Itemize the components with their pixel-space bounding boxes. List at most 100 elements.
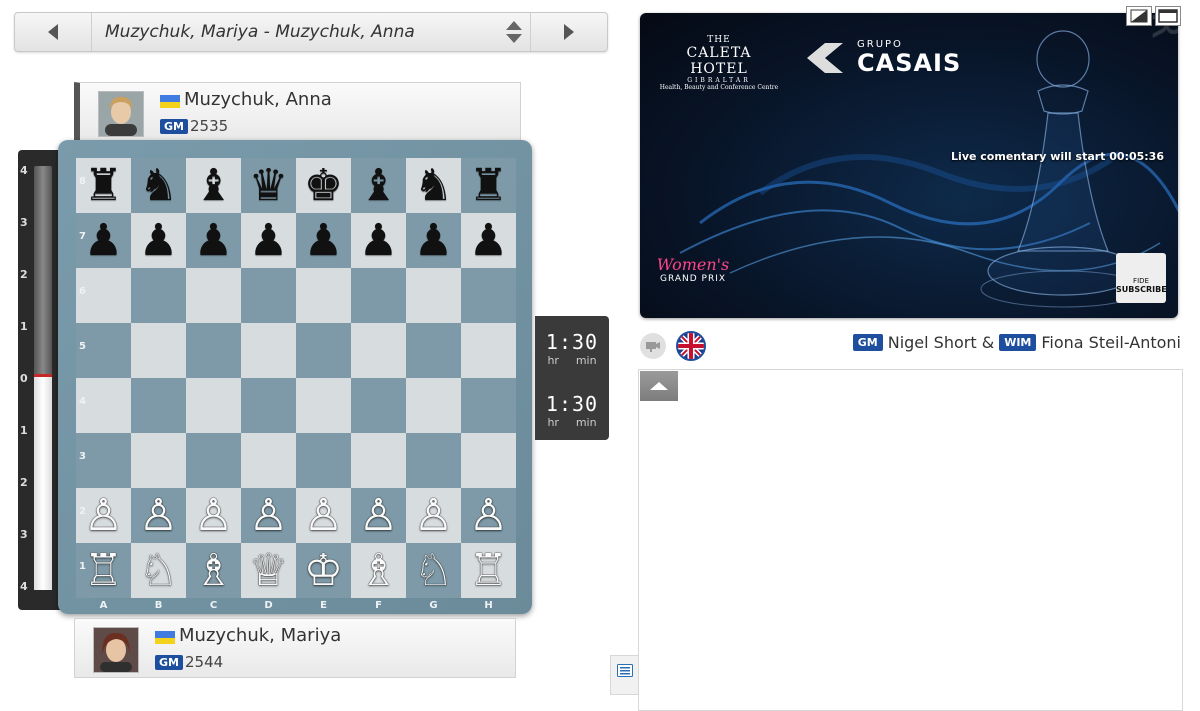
chess-piece[interactable]: ♜ xyxy=(84,163,123,208)
chess-piece[interactable]: ♜ xyxy=(469,163,508,208)
chess-piece[interactable]: ♙ xyxy=(359,493,398,538)
notation-toggle-button[interactable] xyxy=(610,655,638,695)
fide-subscribe-button[interactable]: FIDE SUBSCRIBE xyxy=(1116,253,1167,303)
chess-piece[interactable]: ♞ xyxy=(139,163,178,208)
board-square-a1[interactable]: ♖ 1 xyxy=(76,543,131,598)
board-square-c1[interactable]: ♗ xyxy=(186,543,241,598)
board-square-e7[interactable]: ♟ xyxy=(296,213,351,268)
chess-piece[interactable]: ♟ xyxy=(414,218,453,263)
board-square-c7[interactable]: ♟ xyxy=(186,213,241,268)
board-square-a2[interactable]: ♙ 2 xyxy=(76,488,131,543)
board-square-g4[interactable] xyxy=(406,378,461,433)
board-square-c5[interactable] xyxy=(186,323,241,378)
chess-piece[interactable]: ♛ xyxy=(249,163,288,208)
chess-piece[interactable]: ♟ xyxy=(249,218,288,263)
board-square-e6[interactable] xyxy=(296,268,351,323)
board-square-b4[interactable] xyxy=(131,378,186,433)
uk-flag-icon[interactable] xyxy=(676,331,706,361)
board-square-c8[interactable]: ♝ xyxy=(186,158,241,213)
board-square-g6[interactable] xyxy=(406,268,461,323)
board-square-h7[interactable]: ♟ xyxy=(461,213,516,268)
board-square-h1[interactable]: ♖ xyxy=(461,543,516,598)
chess-piece[interactable]: ♙ xyxy=(469,493,508,538)
board-square-f5[interactable] xyxy=(351,323,406,378)
game-select-dropdown[interactable]: Muzychuk, Mariya - Muzychuk, Anna xyxy=(92,13,530,51)
chess-piece[interactable]: ♔ xyxy=(304,548,343,593)
board-square-a3[interactable]: 3 xyxy=(76,433,131,488)
chess-piece[interactable]: ♘ xyxy=(139,548,178,593)
board-square-c3[interactable] xyxy=(186,433,241,488)
board-square-f1[interactable]: ♗ xyxy=(351,543,406,598)
board-square-a4[interactable]: 4 xyxy=(76,378,131,433)
previous-game-button[interactable] xyxy=(15,13,92,51)
board-square-h2[interactable]: ♙ xyxy=(461,488,516,543)
chess-piece[interactable]: ♖ xyxy=(469,548,508,593)
board-square-f4[interactable] xyxy=(351,378,406,433)
board-square-b3[interactable] xyxy=(131,433,186,488)
collapse-button[interactable] xyxy=(640,371,678,401)
board-square-d6[interactable] xyxy=(241,268,296,323)
board-square-f7[interactable]: ♟ xyxy=(351,213,406,268)
board-square-f2[interactable]: ♙ xyxy=(351,488,406,543)
chess-piece[interactable]: ♝ xyxy=(194,163,233,208)
board-square-e4[interactable] xyxy=(296,378,351,433)
chess-piece[interactable]: ♞ xyxy=(414,163,453,208)
board-square-g3[interactable] xyxy=(406,433,461,488)
chess-piece[interactable]: ♙ xyxy=(139,493,178,538)
board-square-g7[interactable]: ♟ xyxy=(406,213,461,268)
board-square-d8[interactable]: ♛ xyxy=(241,158,296,213)
board-square-h5[interactable] xyxy=(461,323,516,378)
chess-piece[interactable]: ♖ xyxy=(84,548,123,593)
chess-piece[interactable]: ♟ xyxy=(469,218,508,263)
chess-piece[interactable]: ♗ xyxy=(359,548,398,593)
board-square-d7[interactable]: ♟ xyxy=(241,213,296,268)
board-square-b5[interactable] xyxy=(131,323,186,378)
chess-piece[interactable]: ♟ xyxy=(84,218,123,263)
board-square-h4[interactable] xyxy=(461,378,516,433)
board-square-b2[interactable]: ♙ xyxy=(131,488,186,543)
chess-piece[interactable]: ♙ xyxy=(84,493,123,538)
chess-piece[interactable]: ♙ xyxy=(194,493,233,538)
chess-piece[interactable]: ♗ xyxy=(194,548,233,593)
board-square-e1[interactable]: ♔ xyxy=(296,543,351,598)
chess-piece[interactable]: ♙ xyxy=(414,493,453,538)
board-square-a6[interactable]: 6 xyxy=(76,268,131,323)
popout-icon[interactable] xyxy=(1126,6,1152,26)
board-square-c2[interactable]: ♙ xyxy=(186,488,241,543)
live-video-player[interactable]: FIDE GRAND PRIX GIBRALTAR THE CALETA HOT… xyxy=(640,13,1178,318)
board-square-b7[interactable]: ♟ xyxy=(131,213,186,268)
chess-piece[interactable]: ♙ xyxy=(249,493,288,538)
board-square-b8[interactable]: ♞ xyxy=(131,158,186,213)
board-square-h8[interactable]: ♜ xyxy=(461,158,516,213)
board-square-f3[interactable] xyxy=(351,433,406,488)
board-square-h6[interactable] xyxy=(461,268,516,323)
board-square-f8[interactable]: ♝ xyxy=(351,158,406,213)
board-square-a7[interactable]: ♟ 7 xyxy=(76,213,131,268)
board-square-a8[interactable]: ♜ 8 xyxy=(76,158,131,213)
board-square-f6[interactable] xyxy=(351,268,406,323)
board-square-b6[interactable] xyxy=(131,268,186,323)
chess-piece[interactable]: ♕ xyxy=(249,548,288,593)
chess-piece[interactable]: ♝ xyxy=(359,163,398,208)
board-square-e3[interactable] xyxy=(296,433,351,488)
board-square-a5[interactable]: 5 xyxy=(76,323,131,378)
board-square-c6[interactable] xyxy=(186,268,241,323)
chess-piece[interactable]: ♟ xyxy=(139,218,178,263)
board-square-g1[interactable]: ♘ xyxy=(406,543,461,598)
board-square-d4[interactable] xyxy=(241,378,296,433)
chess-piece[interactable]: ♙ xyxy=(304,493,343,538)
chess-piece[interactable]: ♟ xyxy=(304,218,343,263)
chess-piece[interactable]: ♟ xyxy=(359,218,398,263)
chess-board[interactable]: ♜ 8 ♞ ♝ ♛ ♚ ♝ ♞ ♜ ♟ 7 ♟ ♟ ♟ ♟ ♟ ♟ ♟ 6 5 4 3 ♙ 2 ♙ ♙ ♙ ♙ ♙ ♙ ♙ ♖ 1 ♘ ♗ ♕ ♔ ♗ ♘ ♖ xyxy=(76,158,516,598)
board-square-c4[interactable] xyxy=(186,378,241,433)
board-square-e5[interactable] xyxy=(296,323,351,378)
chess-piece[interactable]: ♘ xyxy=(414,548,453,593)
chess-piece[interactable]: ♚ xyxy=(304,163,343,208)
board-square-h3[interactable] xyxy=(461,433,516,488)
board-square-g5[interactable] xyxy=(406,323,461,378)
board-square-d5[interactable] xyxy=(241,323,296,378)
board-square-e8[interactable]: ♚ xyxy=(296,158,351,213)
board-square-d3[interactable] xyxy=(241,433,296,488)
board-square-g2[interactable]: ♙ xyxy=(406,488,461,543)
board-square-d1[interactable]: ♕ xyxy=(241,543,296,598)
